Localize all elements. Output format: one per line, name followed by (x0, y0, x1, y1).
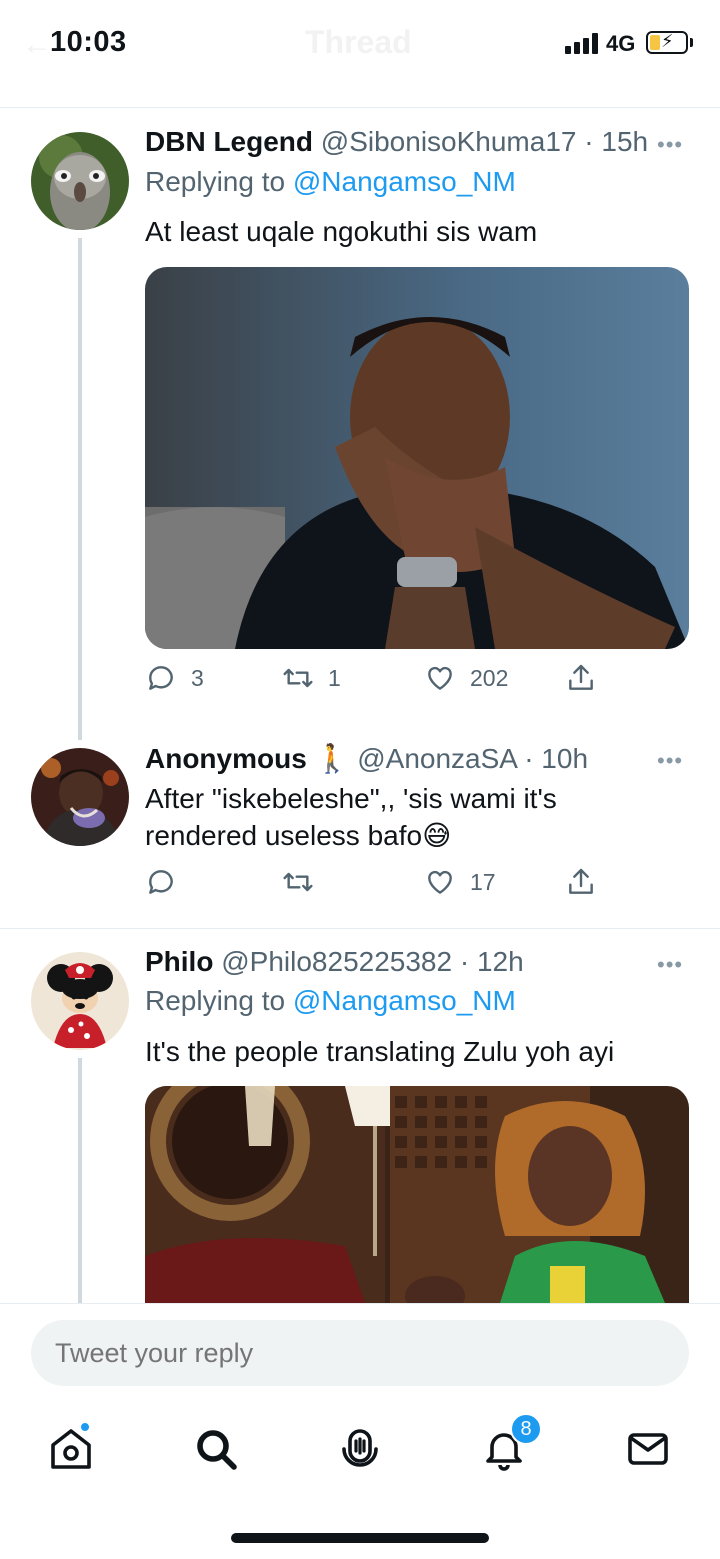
retweet-button[interactable]: 1 (282, 662, 341, 694)
tweet-text-content: rendered useless bafo (145, 820, 423, 851)
messages-icon (628, 1433, 668, 1465)
tweet-text-line: After "iskebeleshe",, 'sis wami it's (145, 783, 557, 814)
home-indicator[interactable] (231, 1533, 489, 1543)
back-arrow-icon[interactable]: ← (22, 28, 52, 62)
share-button[interactable] (565, 662, 597, 694)
reply-icon (149, 870, 173, 894)
retweet-count: 1 (328, 664, 341, 691)
text-emoji: 😅 (422, 820, 452, 851)
tweet-image[interactable] (145, 267, 689, 649)
reply-input[interactable] (31, 1320, 689, 1386)
home-unread-dot (79, 1421, 91, 1433)
nav-messages[interactable] (624, 1425, 672, 1473)
thread-line (78, 238, 82, 740)
like-icon (428, 870, 452, 894)
divider (0, 928, 720, 929)
avatar[interactable] (31, 952, 129, 1050)
nav-search[interactable] (192, 1425, 240, 1473)
reply-icon (149, 666, 173, 690)
battery-icon: ⚡ (646, 31, 688, 54)
network-type: 4G (606, 31, 636, 56)
search-icon (197, 1430, 237, 1470)
tweet-actions: 17 (145, 866, 615, 906)
retweet-icon (283, 872, 313, 892)
mention-link[interactable]: @Nangamso_NM (293, 985, 516, 1016)
tweet-age: · 10h (524, 743, 589, 774)
tweet-text: It's the people translating Zulu yoh ayi (145, 1036, 615, 1067)
avatar[interactable] (31, 748, 129, 846)
author-name[interactable]: DBN Legend (145, 126, 313, 157)
reply-button[interactable] (145, 866, 191, 898)
author-handle[interactable]: @SibonisoKhuma17 (321, 126, 577, 157)
tweet-header: DBN Legend @SibonisoKhuma17 · 15h (145, 126, 648, 158)
more-icon[interactable]: ••• (657, 132, 683, 158)
nav-notifications[interactable]: 8 (480, 1413, 542, 1473)
notifications-badge: 8 (510, 1413, 542, 1445)
like-count: 17 (470, 868, 496, 895)
avatar[interactable] (31, 132, 129, 230)
tweet-image[interactable] (145, 1086, 689, 1303)
reply-bar (0, 1303, 720, 1403)
spaces-icon (342, 1429, 378, 1467)
thread-line (78, 1058, 82, 1303)
author-handle[interactable]: @Philo825225382 (221, 946, 452, 977)
header-title: Thread (305, 24, 412, 60)
author-name[interactable]: Anonymous (145, 743, 307, 774)
tweet-age: · 12h (459, 946, 524, 977)
signal-icon (565, 32, 598, 54)
share-button[interactable] (565, 866, 597, 898)
replying-prefix: Replying to (145, 166, 293, 197)
replying-prefix: Replying to (145, 985, 293, 1016)
tweet-header: Anonymous 🚶 @AnonzaSA · 10h (145, 742, 588, 775)
tweet-age: · 15h (584, 126, 649, 157)
replying-to: Replying to @Nangamso_NM (145, 166, 516, 198)
mention-link[interactable]: @Nangamso_NM (293, 166, 516, 197)
tweet-text: After "iskebeleshe",, 'sis wami it's ren… (145, 780, 557, 854)
author-name[interactable]: Philo (145, 946, 213, 977)
like-icon (428, 666, 452, 690)
more-icon[interactable]: ••• (657, 748, 683, 774)
like-count: 202 (470, 664, 509, 691)
tweet-text: At least uqale ngokuthi sis wam (145, 216, 538, 247)
battery-tip (690, 38, 693, 47)
reply-button[interactable]: 3 (145, 662, 204, 694)
tweet-actions: 3 1 202 (145, 662, 615, 702)
author-handle[interactable]: @AnonzaSA (357, 743, 516, 774)
status-bar: ← Thread 10:03 4G ⚡ (0, 0, 720, 108)
share-icon (569, 664, 593, 690)
nav-home[interactable] (47, 1421, 95, 1473)
replying-to: Replying to @Nangamso_NM (145, 985, 516, 1017)
status-time: 10:03 (50, 26, 127, 58)
like-button[interactable]: 202 (424, 662, 508, 694)
nav-spaces[interactable] (336, 1425, 384, 1473)
retweet-button[interactable] (282, 866, 328, 898)
reply-count: 3 (191, 664, 204, 691)
retweet-icon (283, 668, 313, 688)
like-button[interactable]: 17 (424, 866, 496, 898)
more-icon[interactable]: ••• (657, 952, 683, 978)
name-emoji: 🚶 (314, 743, 350, 774)
tweet-text-line: rendered useless bafo😅 (145, 817, 557, 854)
share-icon (569, 868, 593, 894)
tweet-header: Philo @Philo825225382 · 12h (145, 946, 524, 978)
